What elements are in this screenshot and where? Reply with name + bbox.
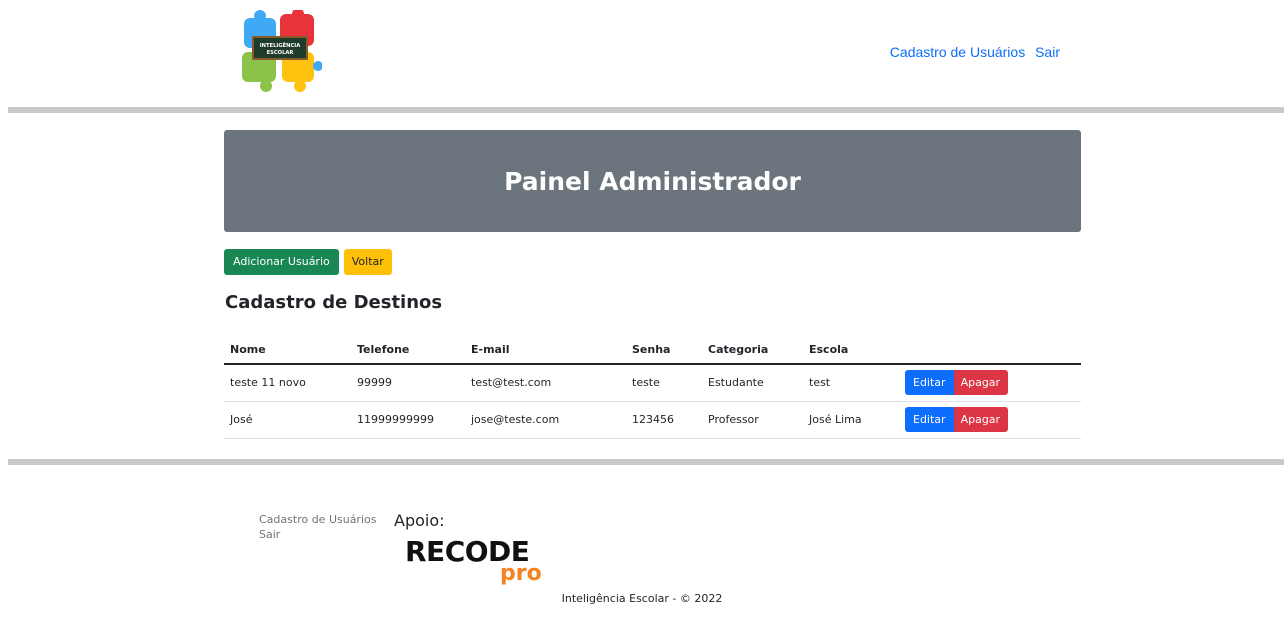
column-header-escola: Escola [803, 337, 899, 365]
apoio-label: Apoio: [394, 511, 445, 530]
back-button[interactable]: Voltar [343, 249, 392, 275]
logo-text-line1: INTELIGÊNCIA [260, 41, 300, 49]
section-title: Cadastro de Destinos [225, 292, 443, 313]
delete-button[interactable]: Apagar [953, 370, 1009, 396]
cell-actions: Editar Apagar [899, 401, 1081, 439]
cell-senha: teste [626, 364, 702, 402]
column-header-categoria: Categoria [702, 337, 803, 365]
add-user-button[interactable]: Adicionar Usuário [224, 249, 339, 275]
cell-telefone: 99999 [351, 364, 465, 402]
nav-cadastro-usuarios-link[interactable]: Cadastro de Usuários [890, 44, 1025, 60]
column-header-nome: Nome [224, 337, 351, 365]
table-row: José 11999999999 jose@teste.com 123456 P… [224, 401, 1081, 439]
cell-senha: 123456 [626, 401, 702, 439]
column-header-senha: Senha [626, 337, 702, 365]
edit-button[interactable]: Editar [905, 407, 954, 432]
cell-email: jose@teste.com [465, 401, 626, 439]
cell-email: test@test.com [465, 364, 626, 402]
action-buttons: Adicionar Usuário Voltar [224, 249, 392, 275]
logo-puzzle-icon[interactable]: INTELIGÊNCIA ESCOLAR [238, 10, 322, 92]
cell-escola: José Lima [803, 401, 899, 439]
footer-cadastro-usuarios-link[interactable]: Cadastro de Usuários [259, 512, 376, 527]
edit-button[interactable]: Editar [905, 370, 954, 396]
footer-separator [8, 459, 1284, 465]
column-header-actions [899, 337, 1081, 365]
row-actions: Editar Apagar [905, 407, 1075, 432]
logo-text-line2: ESCOLAR [267, 50, 294, 56]
cell-actions: Editar Apagar [899, 364, 1081, 402]
sponsor-logo: RECODE pro [405, 537, 545, 593]
cell-categoria: Estudante [702, 364, 803, 402]
cell-nome: teste 11 novo [224, 364, 351, 402]
header-separator [8, 107, 1284, 113]
users-table: Nome Telefone E-mail Senha Categoria Esc… [224, 337, 1081, 439]
cell-telefone: 11999999999 [351, 401, 465, 439]
row-actions: Editar Apagar [905, 370, 1075, 396]
admin-panel-banner: Painel Administrador [224, 130, 1081, 232]
cell-categoria: Professor [702, 401, 803, 439]
cell-escola: test [803, 364, 899, 402]
sponsor-logo-sub-text: pro [500, 561, 542, 586]
delete-button[interactable]: Apagar [953, 407, 1009, 432]
page-title: Painel Administrador [504, 166, 801, 196]
nav-sair-link[interactable]: Sair [1035, 44, 1060, 60]
cell-nome: José [224, 401, 351, 439]
header: INTELIGÊNCIA ESCOLAR Cadastro de Usuário… [0, 0, 1284, 107]
footer-sair-link[interactable]: Sair [259, 527, 376, 542]
column-header-email: E-mail [465, 337, 626, 365]
table-header-row: Nome Telefone E-mail Senha Categoria Esc… [224, 337, 1081, 365]
table-row: teste 11 novo 99999 test@test.com teste … [224, 364, 1081, 402]
top-nav: Cadastro de Usuários Sair [884, 44, 1060, 60]
column-header-telefone: Telefone [351, 337, 465, 365]
copyright: Inteligência Escolar - © 2022 [561, 592, 723, 605]
footer-links: Cadastro de Usuários Sair [259, 512, 376, 542]
